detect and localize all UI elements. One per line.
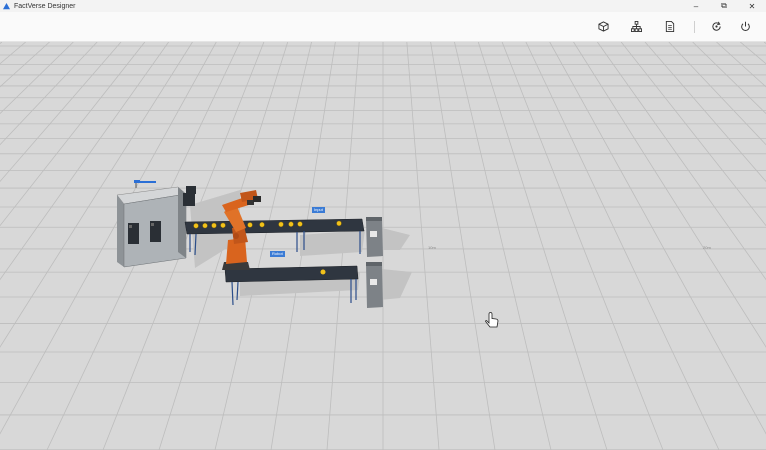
conveyor-item — [193, 223, 199, 229]
input-label: Input — [312, 207, 325, 213]
conveyor-item — [336, 220, 342, 226]
conveyor-item — [211, 222, 217, 229]
conveyor-item — [297, 221, 303, 227]
conveyor-item — [202, 223, 208, 229]
hierarchy-button[interactable] — [628, 18, 644, 34]
scene-canvas[interactable] — [0, 42, 766, 450]
distance-label-10m: 10m — [428, 245, 436, 250]
toolbar-separator — [694, 21, 695, 33]
3d-viewport[interactable]: Input Robot 10m 20m — [0, 42, 766, 450]
app-title: FactVerse Designer — [14, 2, 76, 10]
conveyor-item — [288, 221, 294, 227]
3d-model-button[interactable] — [595, 18, 611, 34]
toolbar — [0, 12, 766, 42]
conveyor-item — [247, 222, 253, 228]
power-icon — [740, 21, 750, 31]
robot-label: Robot — [270, 251, 285, 257]
simulate-button[interactable] — [708, 18, 724, 34]
title-bar: FactVerse Designer – ⧉ ✕ — [0, 0, 766, 12]
distance-label-20m: 20m — [703, 245, 711, 250]
document-button[interactable] — [662, 18, 678, 34]
conveyor-item — [278, 221, 284, 227]
cube-icon — [597, 20, 609, 32]
minimize-button[interactable]: – — [682, 0, 710, 12]
document-icon — [665, 20, 675, 32]
close-button[interactable]: ✕ — [738, 0, 766, 12]
power-button[interactable] — [737, 18, 753, 34]
conveyor-item — [220, 222, 226, 228]
refresh-icon — [711, 21, 721, 31]
hierarchy-icon — [630, 20, 642, 32]
conveyor-item — [259, 222, 265, 228]
upper-sink-box — [366, 217, 383, 257]
app-logo-icon — [3, 2, 10, 9]
maximize-button[interactable]: ⧉ — [710, 0, 738, 12]
lower-sink-box — [366, 262, 383, 308]
lower-conveyor-item — [320, 269, 326, 275]
